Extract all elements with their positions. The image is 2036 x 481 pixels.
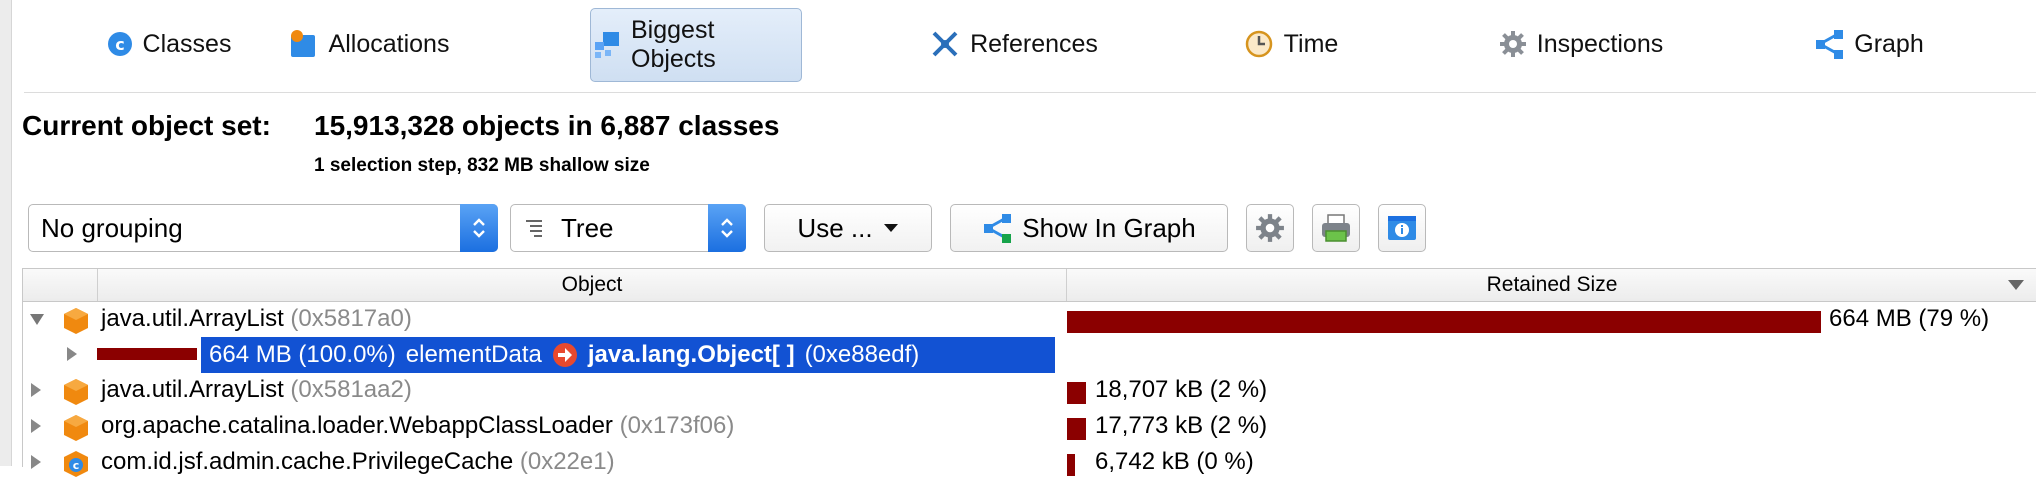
table-row[interactable]: java.util.ArrayList (0x5817a0) 664 MB (7… [23, 302, 2036, 338]
view-mode-value: Tree [561, 212, 614, 243]
graph-icon [984, 214, 1012, 243]
target-class-name: java.lang.Object[ ] [587, 341, 795, 368]
tab-classes[interactable]: c Classes [84, 8, 254, 80]
object-set-subtitle: 1 selection step, 832 MB shallow size [314, 155, 650, 176]
tab-references[interactable]: References [919, 8, 1109, 80]
object-class-name: org.apache.catalina.loader.WebappClassLo… [101, 412, 734, 440]
view-mode-select[interactable]: Tree [510, 204, 746, 252]
tab-label: Inspections [1536, 29, 1664, 58]
tab-graph[interactable]: Graph [1804, 8, 1934, 80]
object-icon [64, 308, 88, 334]
tab-allocations[interactable]: Allocations [274, 8, 464, 80]
graph-icon [1816, 30, 1844, 59]
collapsed-twisty-icon[interactable] [29, 418, 43, 434]
object-set-value: 15,913,328 objects in 6,887 classes [314, 110, 780, 141]
grouping-select[interactable]: No grouping [28, 204, 498, 252]
selected-reference[interactable]: 664 MB (100.0%) elementData java.lang.Ob… [201, 337, 1055, 373]
retained-size-bar [1067, 454, 1075, 476]
object-set-label: Current object set: [22, 110, 271, 141]
object-icon [64, 379, 88, 405]
export-icon [1322, 214, 1350, 242]
column-header-retained-size[interactable]: Retained Size [1067, 269, 2036, 301]
use-button-label: Use ... [797, 212, 873, 243]
use-dropdown-button[interactable]: Use ... [764, 204, 932, 252]
field-share-bar [97, 348, 197, 360]
chevron-down-icon [883, 224, 898, 232]
settings-icon [1256, 214, 1284, 242]
tab-label: Allocations [328, 29, 450, 58]
tab-biggest-objects[interactable]: Biggest Objects [590, 8, 802, 82]
class-object-icon: c [64, 451, 88, 477]
retained-size-bar [1067, 418, 1086, 440]
object-icon [64, 415, 88, 441]
export-button[interactable] [1312, 204, 1360, 252]
view-tabbar: c Classes Allocations Biggest Objects Re… [24, 0, 2036, 93]
reference-arrow-icon [552, 343, 577, 367]
table-row[interactable]: c com.id.jsf.admin.cache.PrivilegeCache … [23, 445, 2036, 481]
retained-size-value: 6,742 kB (0 %) [1095, 448, 1254, 475]
table-row[interactable]: java.util.ArrayList (0x581aa2) 18,707 kB… [23, 373, 2036, 409]
settings-button[interactable] [1246, 204, 1294, 252]
gear-icon [1499, 31, 1526, 57]
column-header-object[interactable]: Object [97, 269, 1087, 301]
biggest-objects-table: Object Retained Size java.util.ArrayList… [22, 268, 2036, 477]
class-name: com.id.jsf.admin.cache.PrivilegeCache [101, 448, 514, 475]
object-class-name: com.id.jsf.admin.cache.PrivilegeCache (0… [101, 448, 615, 476]
retained-size-value: 17,773 kB (2 %) [1095, 412, 1268, 439]
show-in-graph-button[interactable]: Show In Graph [950, 204, 1228, 252]
tab-label: Classes [142, 29, 232, 58]
retained-size-value: 664 MB (79 %) [1829, 305, 1990, 332]
tab-label: References [970, 29, 1098, 58]
biggest-objects-icon [595, 32, 619, 58]
class-name: java.util.ArrayList [101, 305, 284, 332]
tab-label: Graph [1854, 29, 1924, 58]
collapsed-twisty-icon[interactable] [29, 382, 43, 398]
tab-inspections[interactable]: Inspections [1486, 8, 1676, 80]
field-name: elementData [405, 341, 542, 368]
object-address: (0x173f06) [619, 412, 735, 439]
tree-icon [526, 220, 542, 237]
table-header: Object Retained Size [23, 269, 2036, 302]
expanded-twisty-icon[interactable] [29, 311, 45, 327]
object-address: (0x22e1) [519, 448, 615, 475]
show-in-graph-label: Show In Graph [1022, 212, 1196, 243]
object-class-name: java.util.ArrayList (0x581aa2) [101, 376, 412, 404]
retained-size-bar [1067, 311, 1821, 333]
collapsed-twisty-icon[interactable] [29, 454, 43, 470]
references-icon [932, 31, 958, 57]
sort-descending-icon[interactable] [2007, 279, 2025, 291]
object-address: (0x581aa2) [290, 376, 412, 403]
select-arrows-icon [460, 204, 498, 252]
class-name: org.apache.catalina.loader.WebappClassLo… [101, 412, 613, 439]
svg-text:c: c [115, 35, 124, 54]
object-class-name: java.util.ArrayList (0x5817a0) [101, 305, 412, 333]
target-address: (0xe88edf) [804, 341, 920, 368]
tab-label: Biggest Objects [631, 16, 716, 73]
allocations-icon [290, 30, 315, 57]
field-size: 664 MB (100.0%) [209, 341, 396, 368]
table-row[interactable]: org.apache.catalina.loader.WebappClassLo… [23, 409, 2036, 445]
class-name: java.util.ArrayList [101, 376, 284, 403]
info-icon [1388, 216, 1416, 240]
classes-icon: c [107, 32, 132, 56]
grouping-select-value: No grouping [41, 212, 183, 243]
table-row-selected[interactable]: 664 MB (100.0%) elementData java.lang.Ob… [23, 337, 2036, 373]
retained-size-value: 18,707 kB (2 %) [1095, 376, 1268, 403]
select-arrows-icon [708, 204, 746, 252]
info-button[interactable] [1378, 204, 1426, 252]
collapsed-twisty-icon[interactable] [65, 346, 79, 362]
object-address: (0x5817a0) [290, 305, 412, 332]
left-panel-edge [0, 0, 12, 466]
time-icon [1245, 30, 1272, 58]
tab-time[interactable]: Time [1236, 8, 1346, 80]
retained-size-bar [1067, 382, 1086, 404]
tab-label: Time [1283, 29, 1339, 58]
